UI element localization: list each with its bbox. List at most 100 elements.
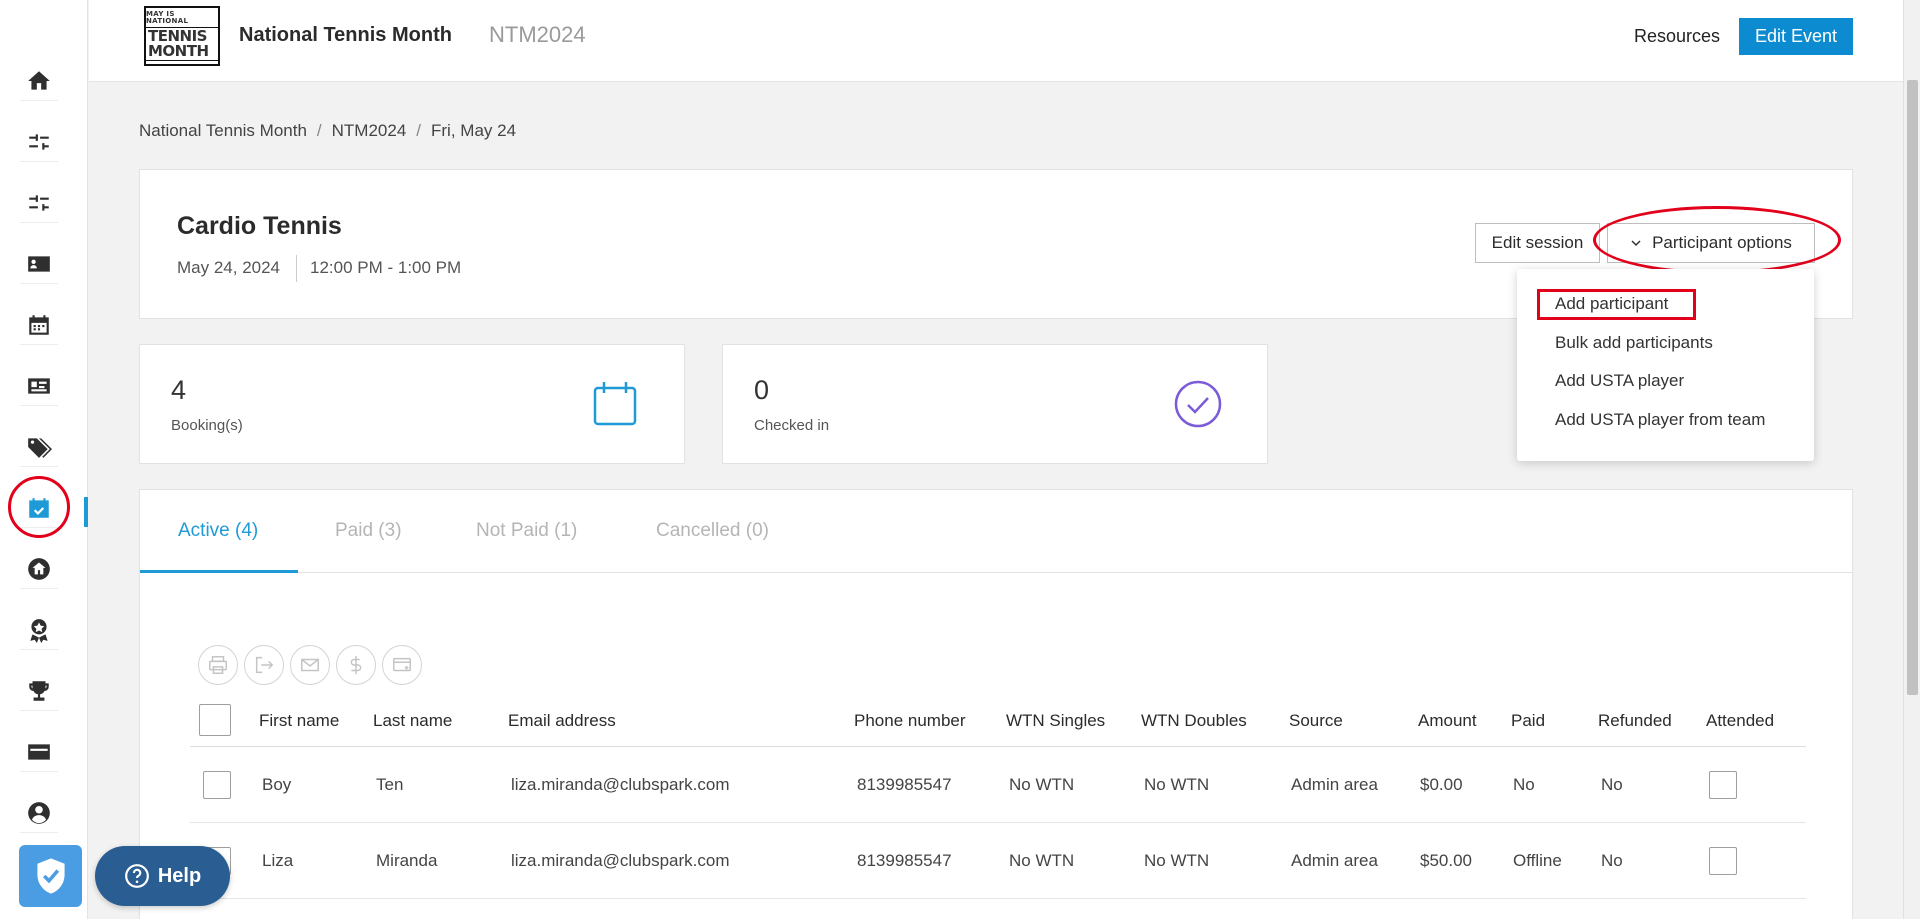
trophy-icon	[29, 680, 49, 701]
column-header-wtn-singles[interactable]: WTN Singles	[1006, 711, 1105, 731]
top-header: MAY IS NATIONAL TENNIS MONTH National Te…	[89, 0, 1903, 82]
id-card-icon	[28, 377, 50, 394]
active-tab-underline	[140, 570, 298, 573]
event-title: National Tennis Month	[239, 24, 452, 46]
tags-icon	[28, 437, 52, 458]
page-scrollbar[interactable]	[1903, 0, 1920, 919]
cell-wtn-singles: No WTN	[1009, 775, 1075, 794]
payment-button[interactable]	[336, 645, 376, 685]
breadcrumb-item-code[interactable]: NTM2024	[332, 121, 407, 141]
cell-paid: Offline	[1513, 851, 1562, 870]
sidebar-item-contacts[interactable]	[20, 244, 58, 284]
sliders-icon	[29, 194, 49, 211]
row-select-checkbox[interactable]	[203, 771, 231, 799]
sidebar-item-competitions[interactable]	[20, 671, 58, 711]
column-header-attended[interactable]: Attended	[1706, 711, 1774, 731]
sidebar-item-members[interactable]	[20, 366, 58, 406]
participants-card: Active (4) Paid (3) Not Paid (1) Cancell…	[139, 489, 1853, 919]
calendar-check-icon	[29, 497, 49, 518]
chevron-down-icon	[1631, 240, 1641, 247]
checked-in-count: 0	[754, 375, 770, 405]
column-header-wtn-doubles[interactable]: WTN Doubles	[1141, 711, 1247, 731]
column-header-amount[interactable]: Amount	[1418, 711, 1477, 731]
print-button[interactable]	[198, 645, 238, 685]
sidebar-item-home[interactable]	[20, 61, 58, 101]
cell-phone: 8139985547	[857, 775, 952, 794]
attended-checkbox[interactable]	[1709, 847, 1737, 875]
cell-last-name: Miranda	[376, 851, 438, 870]
breadcrumb-item-event[interactable]: National Tennis Month	[139, 121, 307, 141]
logo-big-text: TENNIS MONTH	[146, 27, 218, 61]
export-button[interactable]	[244, 645, 284, 685]
column-header-last-name[interactable]: Last name	[373, 711, 452, 731]
tab-active[interactable]: Active (4)	[178, 520, 258, 542]
sidebar-item-settings-2[interactable]	[20, 183, 58, 223]
sliders-icon	[29, 133, 49, 150]
coach-award-icon	[30, 618, 48, 643]
column-header-source[interactable]: Source	[1289, 711, 1343, 731]
calendar-outline-icon	[593, 382, 637, 426]
date-time-divider	[296, 255, 297, 282]
attended-checkbox[interactable]	[1709, 771, 1737, 799]
cell-wtn-doubles: No WTN	[1144, 775, 1210, 794]
tab-paid[interactable]: Paid (3)	[335, 520, 402, 542]
sidebar-item-pricing[interactable]	[20, 427, 58, 467]
sidebar-item-account[interactable]	[20, 793, 58, 833]
menu-item-add-participant[interactable]: Add participant	[1555, 294, 1668, 314]
home-icon	[28, 70, 50, 90]
help-button[interactable]: Help	[95, 846, 230, 906]
cell-email: liza.miranda@clubspark.com	[511, 851, 730, 870]
resources-link[interactable]: Resources	[1634, 26, 1720, 47]
shield-check-icon	[36, 858, 65, 894]
participant-options-button[interactable]: Participant options	[1607, 223, 1815, 263]
security-badge[interactable]	[19, 845, 82, 907]
cell-paid: No	[1513, 775, 1535, 794]
sidebar-item-settings-1[interactable]	[20, 122, 58, 162]
participant-tabs: Active (4) Paid (3) Not Paid (1) Cancell…	[140, 490, 1852, 573]
checked-in-label: Checked in	[754, 417, 830, 434]
sidebar-item-sessions[interactable]	[20, 488, 58, 528]
cell-wtn-doubles: No WTN	[1144, 851, 1210, 870]
tab-cancelled[interactable]: Cancelled (0)	[656, 520, 769, 542]
column-header-paid[interactable]: Paid	[1511, 711, 1545, 731]
session-time: 12:00 PM - 1:00 PM	[310, 258, 462, 277]
menu-item-add-usta-player-from-team[interactable]: Add USTA player from team	[1555, 410, 1765, 430]
cell-source: Admin area	[1291, 851, 1378, 870]
logo-small-text: MAY IS NATIONAL	[146, 10, 189, 25]
column-header-email[interactable]: Email address	[508, 711, 616, 731]
cell-refunded: No	[1601, 851, 1623, 870]
help-label: Help	[157, 864, 202, 887]
checked-in-stat-card: 0 Checked in	[722, 344, 1268, 464]
select-all-checkbox[interactable]	[199, 704, 231, 736]
cell-phone: 8139985547	[857, 851, 952, 870]
column-header-refunded[interactable]: Refunded	[1598, 711, 1672, 731]
edit-session-button[interactable]: Edit session	[1475, 223, 1600, 263]
table-row[interactable]: Liza Miranda liza.miranda@clubspark.com …	[190, 823, 1806, 899]
email-button[interactable]	[290, 645, 330, 685]
cell-source: Admin area	[1291, 775, 1378, 794]
scrollbar-thumb[interactable]	[1907, 80, 1918, 695]
column-header-first-name[interactable]: First name	[259, 711, 339, 731]
active-nav-marker	[84, 497, 88, 527]
tab-not-paid[interactable]: Not Paid (1)	[476, 520, 577, 542]
left-sidebar	[0, 0, 88, 919]
envelope-icon	[301, 658, 319, 672]
sidebar-item-payments[interactable]	[20, 732, 58, 772]
export-icon	[255, 656, 274, 674]
menu-item-add-usta-player[interactable]: Add USTA player	[1555, 371, 1684, 391]
sidebar-item-calendar[interactable]	[20, 305, 58, 345]
breadcrumb-item-date[interactable]: Fri, May 24	[431, 121, 516, 141]
session-date: May 24, 2024	[177, 258, 281, 277]
add-card-button[interactable]	[382, 645, 422, 685]
cell-refunded: No	[1601, 775, 1623, 794]
sidebar-item-coaching[interactable]	[20, 610, 58, 650]
participant-options-menu: Add participant Bulk add participants Ad…	[1517, 269, 1814, 461]
column-header-phone[interactable]: Phone number	[854, 711, 966, 731]
sidebar-item-venue[interactable]	[20, 549, 58, 589]
check-circle-icon	[1174, 380, 1222, 428]
menu-item-bulk-add-participants[interactable]: Bulk add participants	[1555, 333, 1713, 353]
cell-email: liza.miranda@clubspark.com	[511, 775, 730, 794]
session-title: Cardio Tennis	[177, 212, 342, 240]
edit-event-button[interactable]: Edit Event	[1739, 18, 1853, 55]
table-row[interactable]: Boy Ten liza.miranda@clubspark.com 81399…	[190, 747, 1806, 823]
